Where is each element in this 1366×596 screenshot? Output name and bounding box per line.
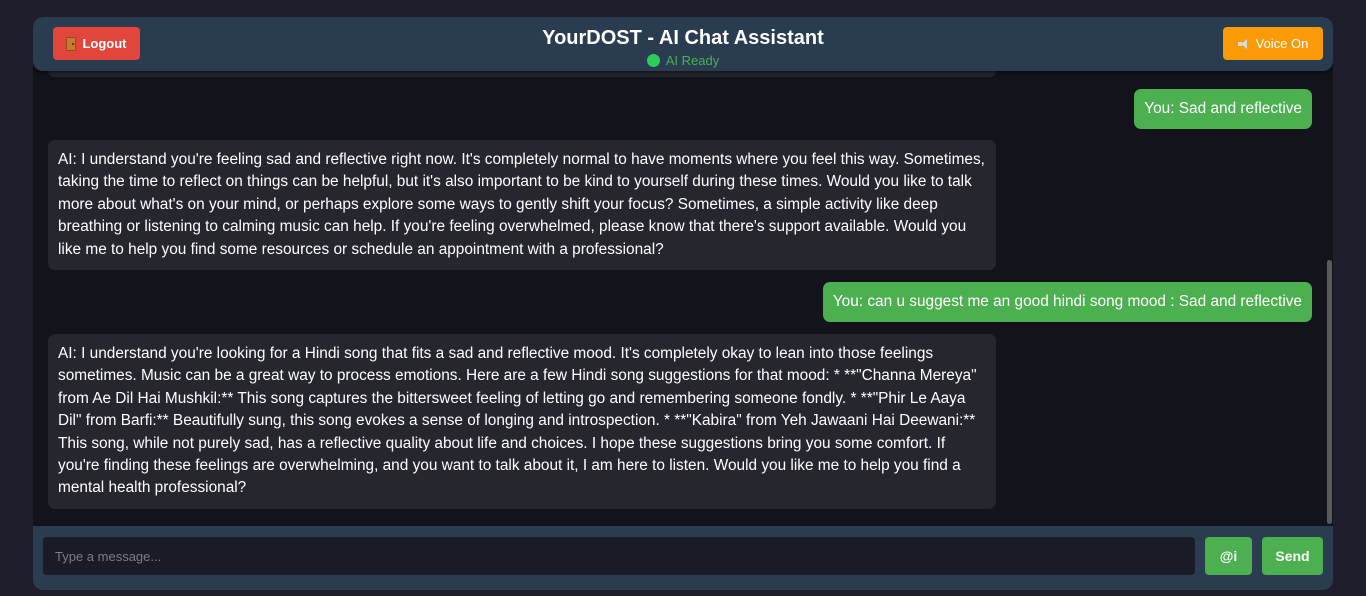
ai-status: AI Ready [33,53,1333,68]
voice-toggle-button[interactable]: Voice On [1223,27,1323,60]
status-label: AI Ready [665,53,720,68]
composer-bar: @i Send [33,526,1333,590]
message-input[interactable] [43,537,1195,575]
user-message: You: Sad and reflective [1134,89,1312,130]
send-button[interactable]: Send [1262,537,1323,575]
chat-app: You: Sad and reflective AI: I understand… [33,17,1333,590]
chat-messages[interactable]: You: Sad and reflective AI: I understand… [33,17,1333,526]
status-dot-icon [646,54,660,67]
page-title: YourDOST - AI Chat Assistant [542,27,824,49]
speaker-icon [1237,38,1250,49]
mention-button[interactable]: @i [1205,537,1252,575]
app-header: Logout YourDOST - AI Chat Assistant AI R… [33,17,1333,71]
voice-label: Voice On [1255,36,1309,51]
chat-scrollbar[interactable] [1327,260,1332,524]
ai-message: AI: I understand you're feeling sad and … [48,140,996,271]
user-message: You: can u suggest me an good hindi song… [822,282,1312,323]
ai-message: AI: I understand you're looking for a Hi… [48,334,996,509]
